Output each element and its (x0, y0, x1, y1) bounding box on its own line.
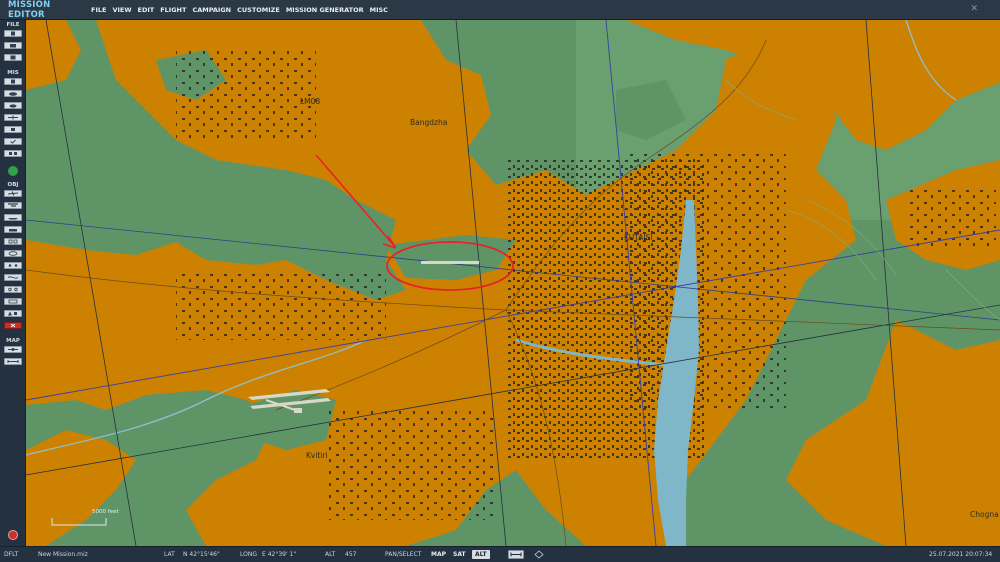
add-plane-button[interactable] (4, 190, 22, 197)
boxes-icon (9, 152, 17, 155)
failures-button[interactable] (4, 114, 22, 121)
add-helicopter-button[interactable] (4, 202, 22, 209)
lock-view-icon[interactable] (531, 550, 547, 559)
add-ship-button[interactable] (4, 214, 22, 221)
check-icon (10, 139, 16, 144)
delete-object-button[interactable] (4, 322, 22, 329)
map-label-bangdzha: Bangdzha (410, 118, 448, 127)
record-icon[interactable] (8, 530, 18, 540)
left-toolbar: FILE MIS OBJ MAP (0, 20, 26, 546)
add-route-button[interactable] (4, 298, 22, 305)
status-bar: DFLT New Mission.miz LAT N 42°15'46" LON… (0, 546, 1000, 562)
alt-label: ALT (325, 551, 336, 558)
alt-value: 457 (345, 551, 357, 558)
camera-link-icon[interactable] (508, 550, 524, 559)
long-value: E 42°39' 1" (262, 551, 297, 558)
map-label-chognari: Chogna (970, 510, 999, 519)
document-icon (11, 79, 15, 84)
goals-button[interactable] (4, 138, 22, 145)
ruler-button[interactable] (4, 358, 22, 365)
close-icon[interactable]: ✕ (970, 4, 978, 14)
map-mode-button[interactable]: MAP (428, 550, 449, 559)
resource-manager-button[interactable] (4, 150, 22, 157)
start-mission-icon[interactable] (8, 166, 18, 176)
trigger-icon (11, 128, 15, 131)
plane-icon (7, 191, 19, 196)
shapes-icon (8, 311, 17, 316)
pan-select-mode[interactable]: PAN/SELECT (385, 551, 421, 558)
runway-icon (8, 287, 18, 292)
template-icon (7, 276, 19, 279)
long-label: LONG (240, 551, 257, 558)
folder-icon (10, 44, 16, 48)
profile-label: DFLT (4, 551, 19, 558)
add-nav-point-button[interactable] (4, 262, 22, 269)
time-button[interactable] (4, 102, 22, 109)
section-map-label: MAP (6, 338, 20, 344)
weather-button[interactable] (4, 90, 22, 97)
add-template-button[interactable] (4, 274, 22, 281)
app-title: MISSION EDITOR (8, 0, 51, 20)
menu-flight[interactable]: FLIGHT (157, 6, 189, 14)
sun-cloud-icon (9, 104, 17, 108)
tank-icon (9, 229, 17, 232)
ruler-icon (7, 360, 19, 363)
new-file-icon (11, 31, 15, 36)
ship-icon (8, 218, 18, 220)
save-file-button[interactable] (4, 54, 22, 61)
helicopter-icon (8, 203, 18, 207)
static-object-icon (8, 239, 18, 244)
map-options-icon (8, 348, 18, 351)
map-view[interactable]: LM08 Bangdzha KUTAISI Kvitiri Chogna 500… (26, 20, 1000, 546)
menu-customize[interactable]: CUSTOMIZE (234, 6, 283, 14)
add-vehicle-button[interactable] (4, 226, 22, 233)
cloud-icon (9, 92, 17, 96)
map-canvas[interactable] (26, 20, 1000, 546)
zone-icon (8, 251, 18, 256)
runway-north (421, 261, 479, 264)
menu-campaign[interactable]: CAMPAIGN (189, 6, 234, 14)
map-label-kutaisi: KUTAISI (624, 233, 653, 242)
menu-view[interactable]: VIEW (109, 6, 134, 14)
menu-bar: MISSION EDITOR FILE VIEW EDIT FLIGHT CAM… (0, 0, 1000, 20)
save-icon (10, 55, 16, 60)
section-mis-label: MIS (7, 70, 19, 76)
aircraft-icon (8, 115, 18, 120)
draw-shapes-button[interactable] (4, 310, 22, 317)
lat-value: N 42°15'46" (183, 551, 220, 558)
add-airfield-button[interactable] (4, 286, 22, 293)
mission-filename: New Mission.miz (38, 551, 88, 558)
menu-file[interactable]: FILE (88, 6, 109, 14)
mission-briefing-button[interactable] (4, 78, 22, 85)
route-icon (8, 299, 18, 304)
datetime: 25.07.2021 20:07:34 (929, 551, 993, 558)
nav-point-icon (8, 264, 18, 267)
add-zone-button[interactable] (4, 250, 22, 257)
menu-mission-generator[interactable]: MISSION GENERATOR (283, 6, 367, 14)
map-options-button[interactable] (4, 346, 22, 353)
map-scale-label: 5000 feet (92, 509, 119, 515)
menu-edit[interactable]: EDIT (135, 6, 158, 14)
map-label-kvitiri: Kvitiri (306, 451, 328, 460)
triggers-button[interactable] (4, 126, 22, 133)
menu-misc[interactable]: MISC (367, 6, 391, 14)
map-label-lm08: LM08 (300, 97, 321, 106)
add-static-button[interactable] (4, 238, 22, 245)
sat-mode-button[interactable]: SAT (450, 550, 469, 559)
section-file-label: FILE (6, 22, 20, 28)
section-obj-label: OBJ (7, 182, 19, 188)
lat-label: LAT (164, 551, 175, 558)
alt-mode-button[interactable]: ALT (472, 550, 490, 559)
open-file-button[interactable] (4, 42, 22, 49)
new-file-button[interactable] (4, 30, 22, 37)
delete-icon (10, 323, 16, 328)
main-menu: FILE VIEW EDIT FLIGHT CAMPAIGN CUSTOMIZE… (88, 6, 391, 14)
